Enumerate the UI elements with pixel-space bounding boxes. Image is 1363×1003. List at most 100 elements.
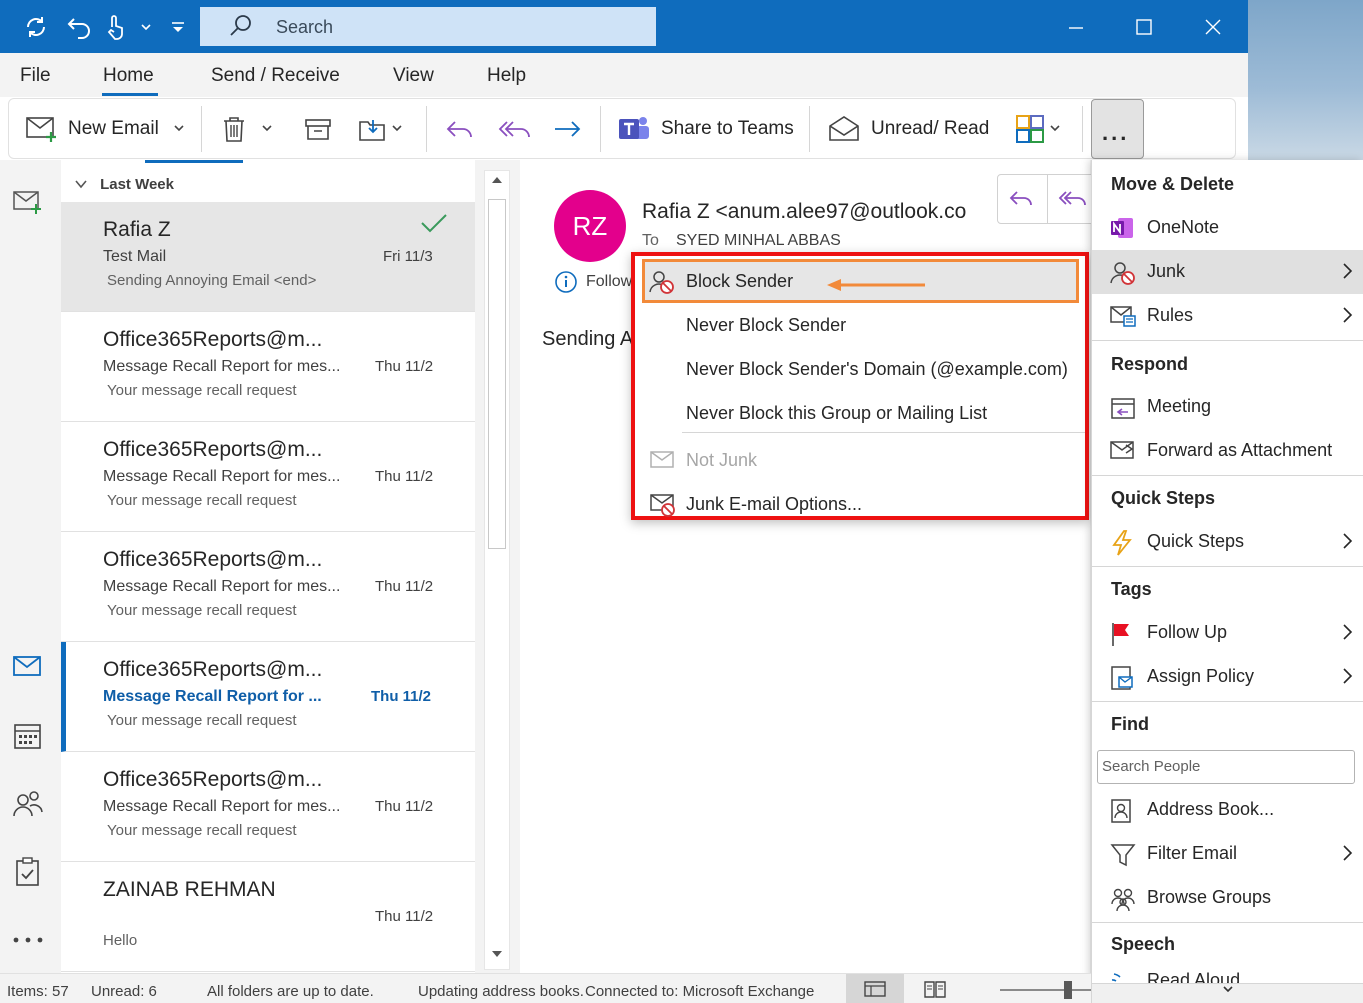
junk-options-item[interactable]: Junk E-mail Options... xyxy=(635,482,1085,526)
list-item-date: Thu 11/2 xyxy=(375,578,434,595)
maximize-icon[interactable] xyxy=(1129,12,1159,42)
collapse-icon[interactable] xyxy=(75,180,90,192)
menu-home[interactable]: Home xyxy=(103,65,154,87)
read-aloud-item[interactable]: Read Aloud xyxy=(1092,968,1363,983)
zoom-slider-thumb[interactable] xyxy=(1064,981,1072,999)
reply-all-icon[interactable] xyxy=(1046,175,1097,223)
left-navigation xyxy=(0,160,61,973)
list-item[interactable]: Office365Reports@m... Message Recall Rep… xyxy=(61,752,475,862)
tasks-icon[interactable] xyxy=(12,856,44,888)
never-block-domain-item[interactable]: Never Block Sender's Domain (@example.co… xyxy=(635,347,1085,391)
junk-item[interactable]: Junk xyxy=(1092,250,1363,294)
status-bar: Items: 57 Unread: 6 All folders are up t… xyxy=(0,973,1091,1003)
meeting-item[interactable]: Meeting xyxy=(1092,385,1363,429)
menu-view[interactable]: View xyxy=(393,65,434,87)
unread-read-button[interactable]: Unread/ Read xyxy=(827,109,989,149)
list-item[interactable]: Office365Reports@m... Message Recall Rep… xyxy=(61,532,475,642)
forward-attachment-item[interactable]: Forward as Attachment xyxy=(1092,429,1363,473)
new-email-button[interactable]: New Email xyxy=(25,109,185,149)
chevron-down-icon[interactable] xyxy=(132,13,160,41)
list-item-date: Thu 11/2 xyxy=(375,908,434,925)
new-message-nav-icon[interactable] xyxy=(12,186,44,218)
search-icon xyxy=(228,13,254,44)
mail-icon[interactable] xyxy=(12,650,44,682)
never-block-sender-item[interactable]: Never Block Sender xyxy=(635,303,1085,347)
info-bar[interactable]: Follow xyxy=(554,270,632,294)
delete-button[interactable] xyxy=(219,109,273,149)
reply-icon[interactable] xyxy=(998,175,1047,223)
reply-button[interactable] xyxy=(445,109,475,149)
group-header[interactable]: Last Week xyxy=(75,176,174,193)
scroll-down-icon[interactable] xyxy=(485,945,509,969)
follow-up-item[interactable]: Follow Up xyxy=(1092,611,1363,655)
list-item[interactable]: Rafia Z Test Mail Sending Annoying Email… xyxy=(61,202,475,312)
customize-toolbar-icon[interactable] xyxy=(164,13,192,41)
undo-icon[interactable] xyxy=(66,13,94,41)
search-box[interactable]: Search xyxy=(200,7,656,46)
calendar-icon[interactable] xyxy=(12,720,44,752)
people-icon[interactable] xyxy=(12,788,44,820)
menu-scroll-down-icon[interactable] xyxy=(1092,983,1363,1003)
assign-policy-item[interactable]: Assign Policy xyxy=(1092,655,1363,699)
list-item[interactable]: Office365Reports@m... Message Recall Rep… xyxy=(61,312,475,422)
assign-policy-label: Assign Policy xyxy=(1147,666,1255,686)
forward-button[interactable] xyxy=(553,109,583,149)
trash-icon xyxy=(224,117,244,142)
filter-email-item[interactable]: Filter Email xyxy=(1092,832,1363,876)
address-book-item[interactable]: Address Book... xyxy=(1092,788,1363,832)
quick-steps-item[interactable]: Quick Steps xyxy=(1092,520,1363,564)
zoom-slider[interactable] xyxy=(1000,989,1091,991)
list-item-date: Thu 11/2 xyxy=(375,798,434,815)
meeting-label: Meeting xyxy=(1147,396,1212,416)
menu-send-receive[interactable]: Send / Receive xyxy=(211,65,340,87)
lightning-icon xyxy=(1110,530,1134,561)
categorize-button[interactable] xyxy=(1015,109,1061,149)
chevron-down-icon[interactable] xyxy=(1049,122,1061,137)
recipient-name[interactable]: SYED MINHAL ABBAS xyxy=(676,232,841,250)
chevron-down-icon[interactable] xyxy=(261,122,273,137)
junk-label: Junk xyxy=(1147,261,1186,281)
chevron-down-icon[interactable] xyxy=(391,122,403,137)
list-item[interactable]: Office365Reports@m... Message Recall Rep… xyxy=(61,422,475,532)
sender-address[interactable]: Rafia Z <anum.alee97@outlook.com> xyxy=(642,200,967,224)
archive-button[interactable] xyxy=(303,109,333,149)
new-email-label: New Email xyxy=(68,118,159,139)
minimize-icon[interactable] xyxy=(1061,12,1091,42)
browse-groups-item[interactable]: Browse Groups xyxy=(1092,876,1363,920)
chevron-down-icon[interactable] xyxy=(173,122,185,137)
unread-read-label: Unread/ Read xyxy=(871,118,990,139)
onenote-item[interactable]: OneNote xyxy=(1092,206,1363,250)
menu-help[interactable]: Help xyxy=(487,65,526,87)
never-block-group-item[interactable]: Never Block this Group or Mailing List xyxy=(635,391,1085,435)
scrollbar-thumb[interactable] xyxy=(488,199,506,549)
block-sender-item[interactable]: Block Sender xyxy=(642,259,1079,303)
reading-view-icon[interactable] xyxy=(906,974,964,1003)
message-list-scrollbar[interactable] xyxy=(484,170,510,970)
normal-view-icon[interactable] xyxy=(846,974,904,1003)
ribbon-separator xyxy=(1082,106,1083,152)
sync-icon[interactable] xyxy=(22,13,50,41)
more-apps-icon[interactable] xyxy=(12,926,44,958)
list-item[interactable]: ZAINAB REHMAN Hello Thu 11/2 xyxy=(61,862,475,972)
share-to-teams-button[interactable]: Share to Teams xyxy=(617,109,794,149)
search-people-input[interactable]: Search People xyxy=(1097,750,1355,784)
reply-all-button[interactable] xyxy=(497,109,531,149)
info-icon xyxy=(555,271,577,293)
filter-email-label: Filter Email xyxy=(1147,843,1238,863)
list-item-preview: Hello xyxy=(103,932,138,949)
section-speech: Speech xyxy=(1111,934,1176,954)
list-item-preview: Sending Annoying Email <end> xyxy=(107,272,317,289)
rules-item[interactable]: Rules xyxy=(1092,294,1363,338)
menu-separator xyxy=(1092,701,1363,702)
list-item-from: Office365Reports@m... xyxy=(103,438,323,461)
more-commands-button[interactable]: ... xyxy=(1091,99,1144,159)
touch-mode-icon[interactable] xyxy=(102,13,130,41)
menu-file[interactable]: File xyxy=(20,65,51,87)
move-button[interactable] xyxy=(357,109,403,149)
chevron-right-icon xyxy=(1340,304,1354,331)
onenote-label: OneNote xyxy=(1147,217,1220,237)
close-icon[interactable] xyxy=(1198,12,1228,42)
list-item[interactable]: Office365Reports@m... Message Recall Rep… xyxy=(61,642,475,752)
forward-icon xyxy=(555,121,581,137)
scroll-up-icon[interactable] xyxy=(485,171,509,195)
